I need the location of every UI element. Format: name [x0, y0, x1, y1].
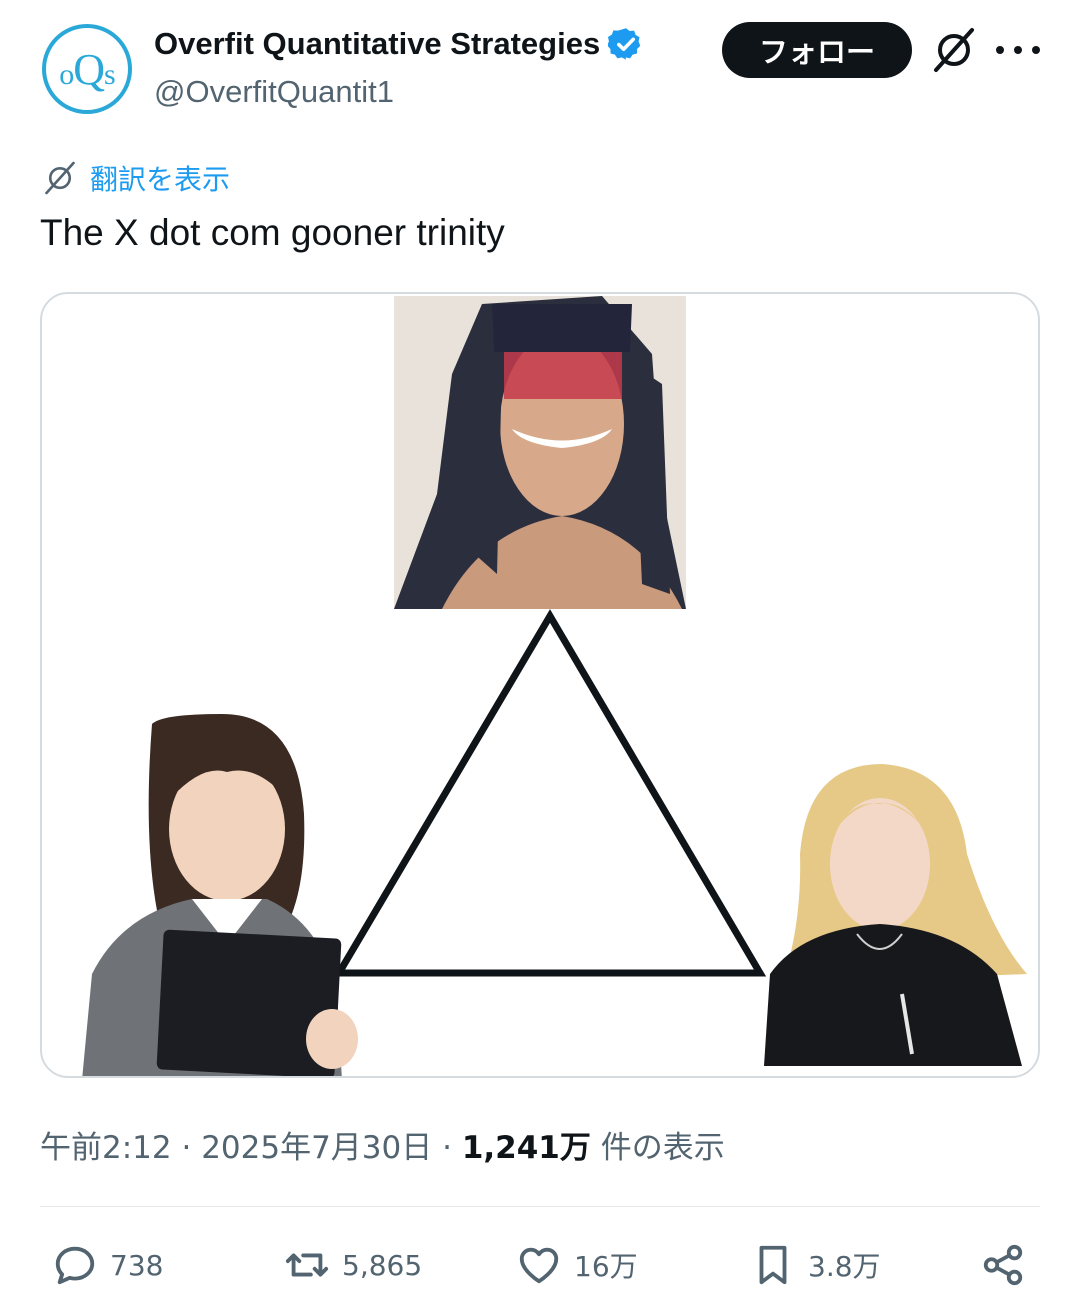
media-illustration: [82, 296, 1027, 1076]
heart-icon: [519, 1247, 559, 1284]
like-count: 16万: [574, 1250, 638, 1283]
more-dots-icon[interactable]: [996, 30, 1040, 70]
post-media-image[interactable]: [40, 292, 1040, 1078]
post-time[interactable]: 午前2:12: [40, 1130, 172, 1166]
views-label: 件の表示: [590, 1130, 725, 1166]
retweet-count: 5,865: [342, 1248, 423, 1282]
post-date[interactable]: 2025年7月30日: [201, 1130, 432, 1166]
author-handle[interactable]: @OverfitQuantit1: [154, 74, 394, 110]
views-count: 1,241万: [461, 1130, 591, 1166]
translate-link[interactable]: 翻訳を表示: [42, 158, 230, 198]
portrait-top: [394, 296, 686, 609]
post-text: The X dot com gooner trinity: [40, 212, 505, 253]
share-icon: [983, 1244, 1023, 1286]
author-name-row: Overfit Quantitative Strategies: [154, 26, 644, 62]
verified-badge-icon: [608, 28, 641, 60]
author-avatar[interactable]: oQs: [42, 24, 132, 114]
grok-icon[interactable]: [930, 26, 978, 74]
post-meta: 午前2:12 · 2025年7月30日 · 1,241万 件の表示: [40, 1130, 725, 1166]
reply-icon: [55, 1246, 95, 1285]
retweet-icon: [285, 1253, 329, 1277]
avatar-logo: oQs: [59, 44, 115, 94]
bookmark-count: 3.8万: [808, 1250, 881, 1283]
triangle-shape: [332, 609, 767, 977]
follow-button[interactable]: フォロー: [722, 22, 912, 78]
portrait-bottom-left: [82, 714, 358, 1076]
reply-button[interactable]: 738: [52, 1242, 163, 1288]
portrait-bottom-right: [764, 764, 1027, 1066]
bookmark-icon: [759, 1245, 787, 1285]
bookmark-button[interactable]: 3.8万: [750, 1242, 881, 1288]
like-button[interactable]: 16万: [516, 1242, 638, 1288]
grok-translate-icon: [45, 161, 75, 195]
retweet-button[interactable]: 5,865: [284, 1242, 422, 1288]
translate-label: 翻訳を表示: [90, 163, 231, 196]
divider: [40, 1206, 1040, 1207]
reply-count: 738: [110, 1248, 164, 1282]
author-display-name[interactable]: Overfit Quantitative Strategies: [154, 26, 600, 62]
share-button[interactable]: [980, 1242, 1026, 1288]
